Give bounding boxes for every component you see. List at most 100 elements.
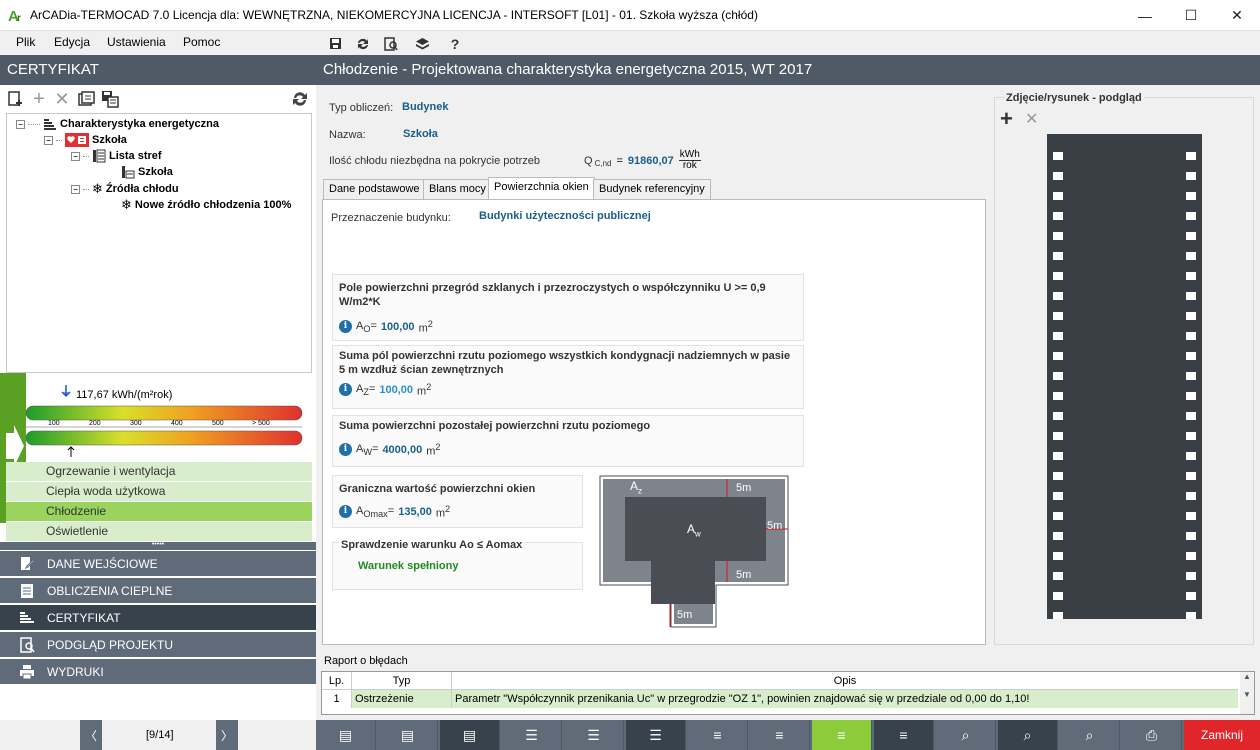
- section-printouts[interactable]: WYDRUKI: [0, 658, 316, 684]
- edit-doc-2-icon[interactable]: ▤: [378, 720, 438, 750]
- prev-page-button[interactable]: 〈: [80, 720, 102, 750]
- condition-result: Warunek spełniony: [358, 560, 459, 572]
- building-purpose-value: Budynki użyteczności publicznej: [479, 210, 651, 222]
- tree-node-building[interactable]: − Szkoła: [44, 133, 127, 147]
- report-scrollbar[interactable]: ▲ ▼: [1240, 672, 1254, 714]
- collapse-icon[interactable]: −: [16, 119, 25, 129]
- add-photo-icon[interactable]: +: [1000, 108, 1013, 130]
- dim-label-bottom: 5m: [736, 569, 752, 581]
- layers-icon[interactable]: [413, 35, 431, 52]
- bars-1-icon[interactable]: ≡: [688, 720, 748, 750]
- q-unit: kWh rok: [678, 150, 701, 171]
- preview-3-icon[interactable]: ⌕: [1060, 720, 1120, 750]
- film-perforation: [1186, 512, 1196, 520]
- copy-icon[interactable]: [77, 89, 97, 109]
- film-perforation: [1053, 212, 1063, 220]
- collapse-icon[interactable]: −: [71, 151, 80, 161]
- collapse-icon[interactable]: −: [71, 184, 80, 194]
- dim-label-right: 5m: [767, 520, 783, 532]
- tree-node-zones[interactable]: − Lista stref: [71, 149, 162, 163]
- box-zone-area: Suma pól powierzchni rzutu poziomego wsz…: [332, 345, 804, 409]
- tree-node-root[interactable]: − Charakterystyka energetyczna: [16, 117, 219, 131]
- nav-heating[interactable]: Ogrzewanie i wentylacja: [6, 462, 312, 482]
- formula-az: i AZ= 100,00 m2: [339, 382, 431, 398]
- edit-doc-3-icon[interactable]: ▤: [440, 720, 500, 750]
- menu-edycja[interactable]: Edycja: [54, 35, 90, 49]
- col-header-lp[interactable]: Lp.: [322, 672, 352, 690]
- pager: 〈 [9/14] 〉: [0, 720, 316, 750]
- calc-type-label: Typ obliczeń:: [329, 102, 394, 114]
- window-title: ArCADia-TERMOCAD 7.0 Licencja dla: WEWNĘ…: [30, 8, 758, 22]
- film-perforation: [1053, 472, 1063, 480]
- delete-icon[interactable]: ✕: [52, 89, 72, 109]
- tab-reference-building[interactable]: Budynek referencyjny: [593, 179, 711, 199]
- sync-icon[interactable]: [290, 89, 310, 109]
- info-icon[interactable]: i: [339, 320, 352, 334]
- refresh-icon[interactable]: [354, 35, 372, 52]
- tree-node-source-item[interactable]: ❄ Nowe źródło chłodzenia 100%: [121, 197, 291, 213]
- help-icon[interactable]: ?: [446, 35, 464, 52]
- info-icon[interactable]: i: [339, 443, 352, 457]
- section-certificate[interactable]: CERTYFIKAT: [0, 604, 316, 630]
- formula-aw: i AW= 4000,00 m2: [339, 442, 440, 458]
- project-tree[interactable]: − Charakterystyka energetyczna − Szkoła …: [6, 113, 312, 373]
- calc-list-icon[interactable]: ☰: [502, 720, 562, 750]
- nav-cooling[interactable]: Chłodzenie: [6, 502, 312, 522]
- film-perforation: [1186, 192, 1196, 200]
- tree-node-zone-item[interactable]: Szkoła: [121, 165, 173, 179]
- panel-splitter[interactable]: •••••: [0, 541, 316, 550]
- bars-active-icon[interactable]: ≡: [812, 720, 872, 750]
- scale-tick: 400: [171, 420, 183, 427]
- section-project-preview[interactable]: PODGLĄD PROJEKTU: [0, 631, 316, 657]
- menu-plik[interactable]: Plik: [16, 35, 35, 49]
- info-icon[interactable]: i: [339, 383, 352, 397]
- calc-list-3-icon[interactable]: ☰: [626, 720, 686, 750]
- section-input-data[interactable]: DANE WEJŚCIOWE: [0, 550, 316, 576]
- film-perforation: [1186, 272, 1196, 280]
- info-icon[interactable]: i: [339, 505, 352, 519]
- bars-3-icon[interactable]: ≡: [874, 720, 934, 750]
- section-label: PODGLĄD PROJEKTU: [47, 637, 174, 652]
- save-list-icon[interactable]: [100, 89, 120, 109]
- edit-doc-icon[interactable]: ▤: [316, 720, 376, 750]
- add-icon[interactable]: +: [29, 88, 49, 110]
- q-equals: =: [616, 154, 623, 167]
- tree-label-sources: Źródła chłodu: [105, 183, 179, 195]
- next-page-button[interactable]: 〉: [216, 720, 238, 750]
- film-perforation: [1186, 592, 1196, 600]
- col-header-desc[interactable]: Opis: [452, 672, 1238, 690]
- subscript: W: [363, 446, 372, 457]
- collapse-icon[interactable]: −: [44, 135, 53, 145]
- preview-1-icon[interactable]: ⌕: [936, 720, 996, 750]
- film-perforation: [1186, 312, 1196, 320]
- aomax-value: 135,00: [398, 505, 432, 518]
- tree-node-sources[interactable]: − ❄ Źródła chłodu: [71, 181, 179, 197]
- tree-label-root: Charakterystyka energetyczna: [60, 118, 219, 130]
- printer-icon[interactable]: ⎙: [1122, 720, 1182, 750]
- calc-list-2-icon[interactable]: ☰: [564, 720, 624, 750]
- tab-basic-data[interactable]: Dane podstawowe: [323, 179, 426, 199]
- save-icon[interactable]: [326, 35, 344, 52]
- menu-ustawienia[interactable]: Ustawienia: [107, 35, 166, 49]
- new-document-icon[interactable]: [6, 89, 26, 109]
- tab-window-area[interactable]: Powierzchnia okien: [488, 177, 595, 200]
- nav-hot-water[interactable]: Ciepła woda użytkowa: [6, 482, 312, 502]
- bars-2-icon[interactable]: ≡: [750, 720, 810, 750]
- menu-pomoc[interactable]: Pomoc: [183, 35, 220, 49]
- name-value: Szkoła: [403, 128, 438, 140]
- film-perforation: [1186, 492, 1196, 500]
- nav-lighting[interactable]: Oświetlenie: [6, 522, 312, 542]
- section-label: DANE WEJŚCIOWE: [47, 556, 158, 571]
- minimize-button[interactable]: —: [1122, 0, 1168, 31]
- film-perforation: [1186, 172, 1196, 180]
- preview-2-icon[interactable]: ⌕: [998, 720, 1058, 750]
- col-header-type[interactable]: Typ: [352, 672, 452, 690]
- maximize-button[interactable]: ☐: [1168, 0, 1214, 31]
- tab-power-balance[interactable]: Blans mocy: [423, 179, 492, 199]
- building-plan-diagram: Az Aw 5m 5m 5m 5m: [599, 475, 789, 630]
- close-window-button[interactable]: ✕: [1214, 0, 1260, 31]
- close-button[interactable]: Zamknij: [1184, 720, 1260, 750]
- section-thermal-calc[interactable]: OBLICZENIA CIEPLNE: [0, 577, 316, 603]
- preview-icon[interactable]: [382, 35, 400, 52]
- remove-photo-icon[interactable]: ✕: [1025, 111, 1038, 129]
